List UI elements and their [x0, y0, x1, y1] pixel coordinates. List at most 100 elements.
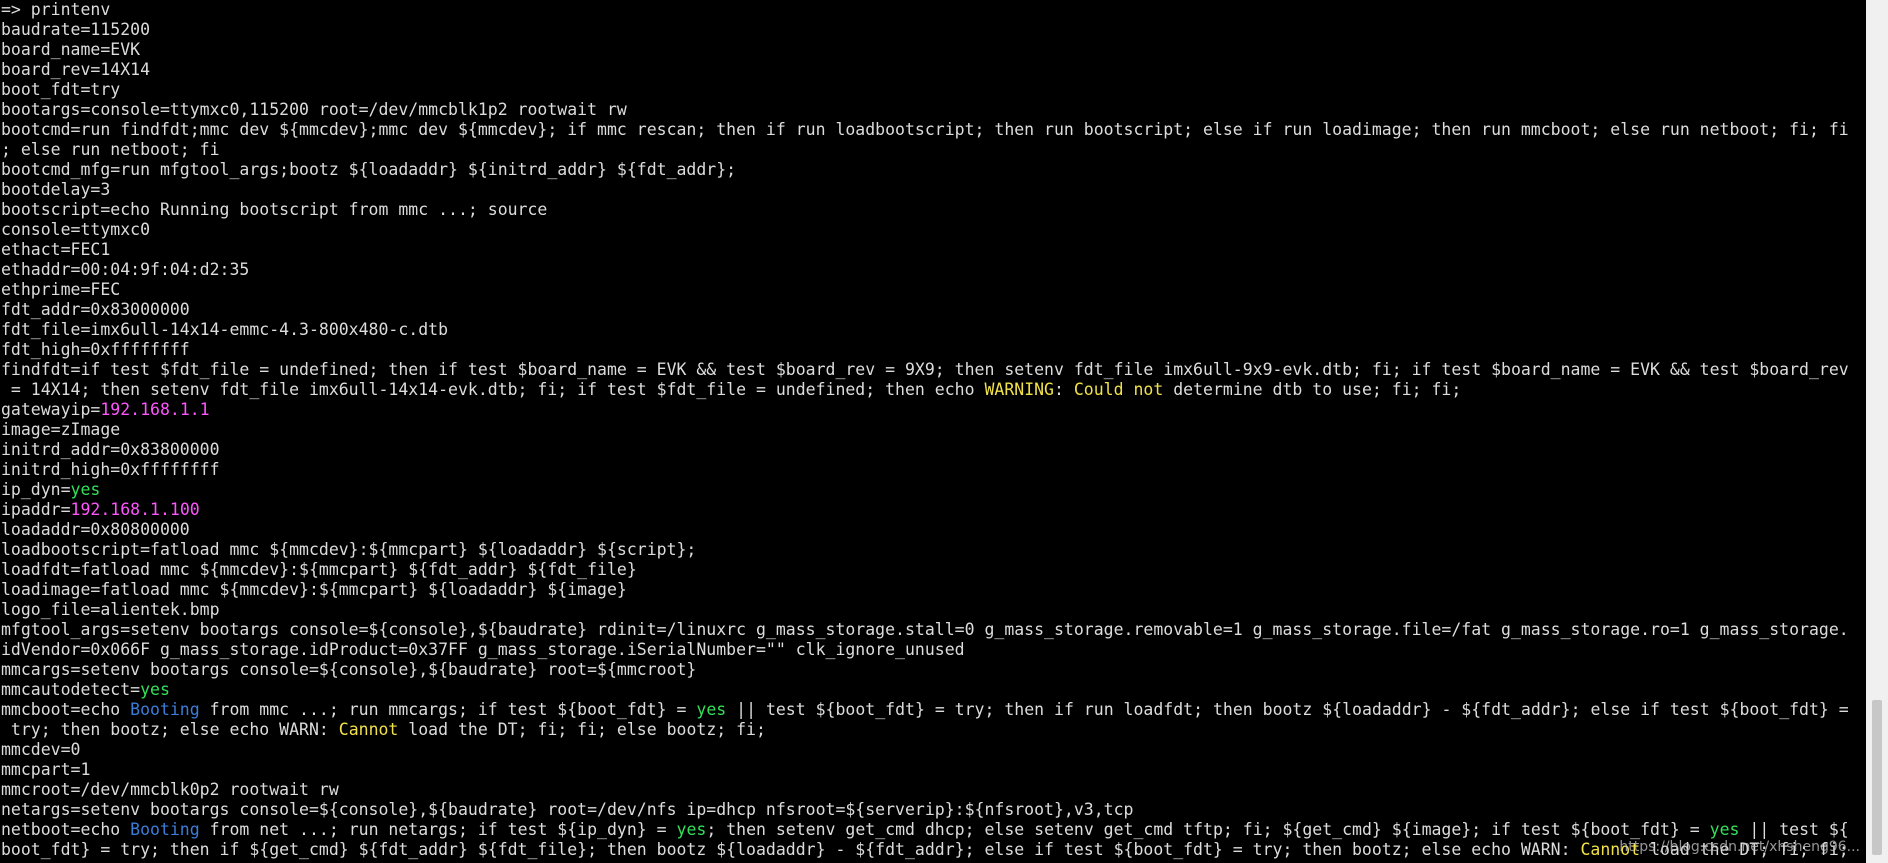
- scrollbar-thumb[interactable]: [1872, 700, 1882, 855]
- terminal-line: mmcroot=/dev/mmcblk0p2 rootwait rw: [0, 780, 1866, 800]
- terminal-text-segment: mmcboot=echo: [1, 700, 131, 719]
- terminal-text-segment: yes: [140, 680, 170, 699]
- terminal-line: mfgtool_args=setenv bootargs console=${c…: [0, 620, 1866, 640]
- terminal-text-segment: fdt_addr=0x83000000: [1, 300, 190, 319]
- terminal-text-segment: boot_fdt=try: [1, 80, 121, 99]
- terminal-line: loadaddr=0x80800000: [0, 520, 1866, 540]
- terminal-text-segment: idVendor=0x066F g_mass_storage.idProduct…: [1, 640, 965, 659]
- terminal-text-segment: console=ttymxc0: [1, 220, 151, 239]
- terminal-text-segment: bootargs=console=ttymxc0,115200 root=/de…: [1, 100, 627, 119]
- terminal-text-segment: from mmc ...; run mmcargs; if test ${boo…: [199, 700, 697, 719]
- terminal-text-segment: mfgtool_args=setenv bootargs console=${c…: [1, 620, 1849, 639]
- terminal-line: idVendor=0x066F g_mass_storage.idProduct…: [0, 640, 1866, 660]
- terminal-text-segment: initrd_high=0xffffffff: [1, 460, 220, 479]
- terminal-text-segment: ; then setenv get_cmd dhcp; else setenv …: [706, 820, 1710, 839]
- terminal-text-segment: boot_fdt} = try; then if ${get_cmd} ${fd…: [1, 840, 1581, 859]
- terminal-line: initrd_high=0xffffffff: [0, 460, 1866, 480]
- terminal-text-segment: mmcautodetect=: [1, 680, 141, 699]
- terminal-text-segment: ethact=FEC1: [1, 240, 111, 259]
- terminal-text-segment: try; then bootz; else echo WARN:: [1, 720, 339, 739]
- watermark-text: https://blog.csdn.net/xhsheng96...: [1619, 839, 1860, 855]
- terminal-line: = 14X14; then setenv fdt_file imx6ull-14…: [0, 380, 1866, 400]
- terminal-line: ethaddr=00:04:9f:04:d2:35: [0, 260, 1866, 280]
- terminal-text-segment: gatewayip=: [1, 400, 101, 419]
- terminal-line: bootcmd=run findfdt;mmc dev ${mmcdev};mm…: [0, 120, 1866, 140]
- terminal-text-segment: bootcmd=run findfdt;mmc dev ${mmcdev};mm…: [1, 120, 1849, 139]
- terminal-text-segment: Could not: [1073, 380, 1164, 399]
- terminal-line: loadfdt=fatload mmc ${mmcdev}:${mmcpart}…: [0, 560, 1866, 580]
- terminal-text-segment: || test ${boot_fdt} = try; then if run l…: [726, 700, 1849, 719]
- terminal-text-segment: board_rev=14X14: [1, 60, 151, 79]
- terminal-line: mmcautodetect=yes: [0, 680, 1866, 700]
- terminal-text-segment: findfdt=if test $fdt_file = undefined; t…: [1, 360, 1849, 379]
- terminal-text-segment: = 14X14; then setenv fdt_file imx6ull-14…: [1, 380, 985, 399]
- terminal-text-segment: load the DT; fi; fi; else bootz; fi;: [398, 720, 766, 739]
- terminal-text-segment: yes: [676, 820, 707, 839]
- terminal-text-segment: ipaddr=: [1, 500, 71, 519]
- terminal-line: bootargs=console=ttymxc0,115200 root=/de…: [0, 100, 1866, 120]
- terminal-line: fdt_addr=0x83000000: [0, 300, 1866, 320]
- terminal-line: ethact=FEC1: [0, 240, 1866, 260]
- terminal-line: mmcargs=setenv bootargs console=${consol…: [0, 660, 1866, 680]
- terminal-text-segment: from net ...; run netargs; if test ${ip_…: [199, 820, 677, 839]
- terminal-line: baudrate=115200: [0, 20, 1866, 40]
- terminal-text-segment: fdt_high=0xffffffff: [1, 340, 190, 359]
- terminal-text-segment: mmcpart=1: [1, 760, 91, 779]
- terminal-text-segment: ethaddr=00:04:9f:04:d2:35: [1, 260, 250, 279]
- terminal-text-segment: yes: [1709, 820, 1740, 839]
- terminal-line: netargs=setenv bootargs console=${consol…: [0, 800, 1866, 820]
- terminal-line: fdt_file=imx6ull-14x14-emmc-4.3-800x480-…: [0, 320, 1866, 340]
- terminal-line: bootcmd_mfg=run mfgtool_args;bootz ${loa…: [0, 160, 1866, 180]
- terminal-text-segment: || test ${: [1739, 820, 1849, 839]
- terminal-line: ; else run netboot; fi: [0, 140, 1866, 160]
- terminal-text-segment: Booting: [130, 700, 200, 719]
- terminal-line: mmcpart=1: [0, 760, 1866, 780]
- terminal-line: mmcboot=echo Booting from mmc ...; run m…: [0, 700, 1866, 720]
- terminal-text-segment: loadbootscript=fatload mmc ${mmcdev}:${m…: [1, 540, 697, 559]
- terminal-text-segment: bootdelay=3: [1, 180, 111, 199]
- terminal-text-segment: fdt_file=imx6ull-14x14-emmc-4.3-800x480-…: [1, 320, 449, 339]
- terminal-line: fdt_high=0xffffffff: [0, 340, 1866, 360]
- terminal-text-segment: mmcargs=setenv bootargs console=${consol…: [1, 660, 697, 679]
- terminal-line: logo_file=alientek.bmp: [0, 600, 1866, 620]
- terminal-text-segment: netargs=setenv bootargs console=${consol…: [1, 800, 1134, 819]
- terminal-line: loadimage=fatload mmc ${mmcdev}:${mmcpar…: [0, 580, 1866, 600]
- terminal-line: => printenv: [0, 0, 1866, 20]
- terminal-text-segment: => printenv: [1, 0, 111, 19]
- terminal-text-segment: initrd_addr=0x83800000: [1, 440, 220, 459]
- terminal-output[interactable]: => printenv baudrate=115200 board_name=EVK…: [0, 0, 1866, 863]
- terminal-text-segment: Booting: [130, 820, 200, 839]
- terminal-line: mmcdev=0: [0, 740, 1866, 760]
- terminal-line: netboot=echo Booting from net ...; run n…: [0, 820, 1866, 840]
- terminal-line: boot_fdt=try: [0, 80, 1866, 100]
- terminal-line: board_name=EVK: [0, 40, 1866, 60]
- terminal-text-segment: determine dtb to use; fi; fi;: [1163, 380, 1462, 399]
- terminal-text-segment: loadimage=fatload mmc ${mmcdev}:${mmcpar…: [1, 580, 627, 599]
- terminal-text-segment: ; else run netboot; fi: [1, 140, 220, 159]
- terminal-text-segment: baudrate=115200: [1, 20, 151, 39]
- terminal-text-segment: Cannot: [338, 720, 399, 739]
- terminal-line: bootscript=echo Running bootscript from …: [0, 200, 1866, 220]
- terminal-text-segment: ethprime=FEC: [1, 280, 121, 299]
- vertical-scrollbar[interactable]: [1866, 0, 1888, 863]
- terminal-text-segment: ip_dyn=: [1, 480, 71, 499]
- terminal-line: ipaddr=192.168.1.100: [0, 500, 1866, 520]
- terminal-text-segment: yes: [70, 480, 101, 499]
- terminal-line: initrd_addr=0x83800000: [0, 440, 1866, 460]
- terminal-text-segment: board_name=EVK: [1, 40, 141, 59]
- terminal-text-segment: :: [1054, 380, 1074, 399]
- terminal-text-segment: WARNING: [984, 380, 1054, 399]
- terminal-text-segment: yes: [696, 700, 727, 719]
- terminal-text-segment: bootcmd_mfg=run mfgtool_args;bootz ${loa…: [1, 160, 737, 179]
- terminal-text-segment: loadfdt=fatload mmc ${mmcdev}:${mmcpart}…: [1, 560, 637, 579]
- terminal-line: boot_fdt} = try; then if ${get_cmd} ${fd…: [0, 840, 1866, 860]
- terminal-line: board_rev=14X14: [0, 60, 1866, 80]
- terminal-text-segment: 192.168.1.1: [100, 400, 210, 419]
- terminal-text-segment: mmcroot=/dev/mmcblk0p2 rootwait rw: [1, 780, 339, 799]
- terminal-line: console=ttymxc0: [0, 220, 1866, 240]
- terminal-line: gatewayip=192.168.1.1: [0, 400, 1866, 420]
- terminal-line: try; then bootz; else echo WARN: Cannot …: [0, 720, 1866, 740]
- terminal-line: loadbootscript=fatload mmc ${mmcdev}:${m…: [0, 540, 1866, 560]
- terminal-line: bootdelay=3: [0, 180, 1866, 200]
- terminal-line: ip_dyn=yes: [0, 480, 1866, 500]
